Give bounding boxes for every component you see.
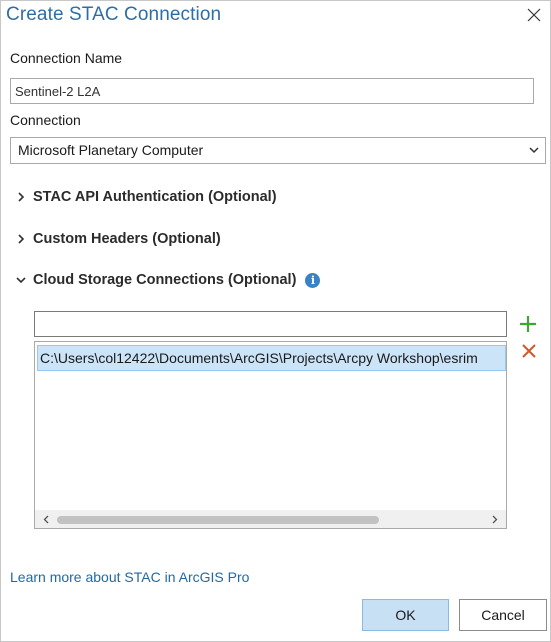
cloud-storage-list[interactable]: C:\Users\col12422\Documents\ArcGIS\Proje… bbox=[34, 341, 507, 529]
chevron-down-icon bbox=[15, 274, 27, 286]
add-button[interactable] bbox=[518, 314, 538, 334]
list-item[interactable]: C:\Users\col12422\Documents\ArcGIS\Proje… bbox=[37, 345, 506, 371]
cancel-button[interactable]: Cancel bbox=[459, 599, 547, 631]
scroll-right-button[interactable] bbox=[486, 510, 504, 528]
chevron-right-icon bbox=[15, 233, 27, 245]
connection-name-label: Connection Name bbox=[10, 50, 123, 66]
connection-select[interactable]: Microsoft Planetary Computer bbox=[10, 137, 546, 164]
close-button[interactable] bbox=[522, 3, 546, 27]
section-cloud-storage-connections[interactable]: Cloud Storage Connections (Optional) i bbox=[15, 269, 321, 291]
scrollbar-thumb[interactable] bbox=[57, 516, 379, 524]
section-label: Cloud Storage Connections (Optional) bbox=[33, 272, 297, 288]
delete-x-icon bbox=[522, 344, 536, 358]
chevron-right-icon bbox=[492, 515, 498, 523]
connection-name-input[interactable] bbox=[10, 78, 534, 104]
horizontal-scrollbar[interactable] bbox=[35, 510, 506, 528]
scroll-left-button[interactable] bbox=[37, 510, 55, 528]
info-icon[interactable]: i bbox=[305, 272, 321, 288]
cloud-storage-path-input[interactable] bbox=[34, 311, 507, 337]
title-bar: Create STAC Connection bbox=[1, 1, 550, 33]
section-custom-headers[interactable]: Custom Headers (Optional) bbox=[15, 228, 221, 250]
section-label: STAC API Authentication (Optional) bbox=[33, 189, 277, 205]
close-icon bbox=[527, 8, 541, 22]
chevron-down-icon bbox=[529, 147, 539, 154]
section-stac-api-authentication[interactable]: STAC API Authentication (Optional) bbox=[15, 186, 277, 208]
learn-more-link[interactable]: Learn more about STAC in ArcGIS Pro bbox=[10, 569, 249, 585]
chevron-left-icon bbox=[43, 515, 49, 523]
plus-icon bbox=[520, 316, 536, 332]
connection-select-value: Microsoft Planetary Computer bbox=[18, 142, 204, 158]
chevron-right-icon bbox=[15, 191, 27, 203]
ok-button[interactable]: OK bbox=[362, 599, 449, 631]
connection-label: Connection bbox=[10, 112, 81, 128]
dialog-title: Create STAC Connection bbox=[6, 4, 222, 25]
create-stac-connection-dialog: Create STAC Connection Connection Name C… bbox=[0, 0, 551, 642]
remove-button[interactable] bbox=[520, 342, 538, 360]
section-label: Custom Headers (Optional) bbox=[33, 231, 221, 247]
